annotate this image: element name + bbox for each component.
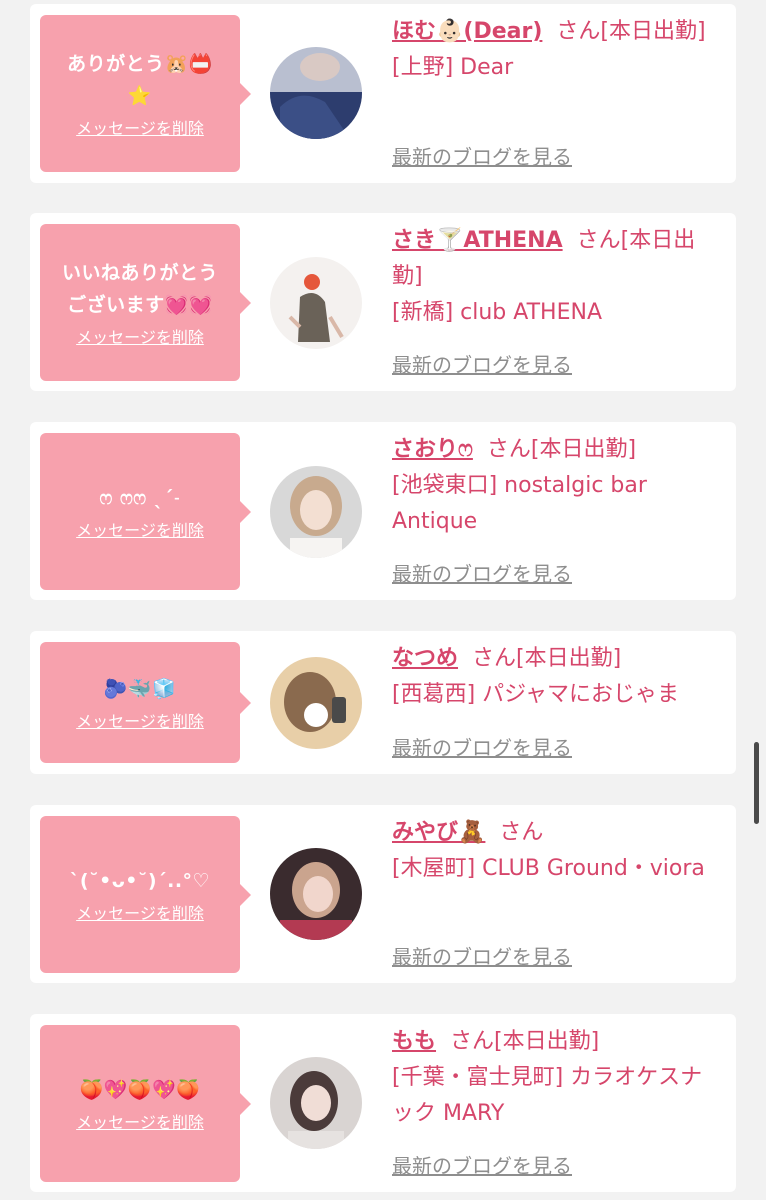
delete-message-link[interactable]: メッセージを削除 bbox=[76, 711, 204, 733]
cast-info: ほむ👶🏻(Dear) さん[本日出勤] [上野] Dear bbox=[392, 14, 722, 86]
cast-info: なつめ さん[本日出勤] [西葛西] パジャマにおじゃま bbox=[392, 641, 722, 713]
latest-blog-link[interactable]: 最新のブログを見る bbox=[392, 1150, 572, 1179]
scrollbar[interactable] bbox=[754, 742, 759, 824]
shop-name: [上野] Dear bbox=[392, 55, 514, 80]
message-text: ありがとう🐹📛 ⭐ bbox=[67, 52, 213, 107]
avatar[interactable] bbox=[270, 1057, 362, 1149]
delete-message-link[interactable]: メッセージを削除 bbox=[76, 520, 204, 542]
message-bubble: いいねありがとう ございます💓💓 メッセージを削除 bbox=[40, 224, 251, 381]
cast-status: さん[本日出勤] bbox=[472, 646, 622, 671]
cast-name-link[interactable]: もも bbox=[392, 1029, 436, 1054]
shop-name: [西葛西] パジャマにおじゃま bbox=[392, 682, 680, 707]
shop-name: [木屋町] CLUB Ground・viora bbox=[392, 856, 705, 881]
cast-info: もも さん[本日出勤] [千葉・富士見町] カラオケスナック MARY bbox=[392, 1024, 722, 1132]
latest-blog-link[interactable]: 最新のブログを見る bbox=[392, 732, 572, 761]
delete-message-link[interactable]: メッセージを削除 bbox=[76, 903, 204, 925]
cast-info: みやび🧸 さん [木屋町] CLUB Ground・viora bbox=[392, 815, 722, 887]
delete-message-link[interactable]: メッセージを削除 bbox=[76, 118, 204, 140]
message-bubble: 🫐🐳🧊 メッセージを削除 bbox=[40, 642, 251, 763]
cast-info: さき🍸ATHENA さん[本日出勤] [新橋] club ATHENA bbox=[392, 223, 722, 331]
message-card: ˋ(˘•ᴗ•˘)ˊ..°♡ メッセージを削除 みやび🧸 さん [木屋町] CLUB… bbox=[30, 805, 736, 983]
avatar[interactable] bbox=[270, 657, 362, 749]
message-card: ありがとう🐹📛 ⭐ メッセージを削除 ほむ👶🏻(Dear) さん[本日出勤] [上… bbox=[30, 4, 736, 183]
avatar[interactable] bbox=[270, 257, 362, 349]
shop-name: [池袋東口] nostalgic bar Antique bbox=[392, 473, 647, 534]
cast-info: さおりෆ さん[本日出勤] [池袋東口] nostalgic bar Antiqu… bbox=[392, 432, 722, 540]
avatar[interactable] bbox=[270, 848, 362, 940]
cast-name-link[interactable]: さおりෆ bbox=[392, 437, 473, 462]
latest-blog-link[interactable]: 最新のブログを見る bbox=[392, 349, 572, 378]
cast-name-link[interactable]: なつめ bbox=[392, 646, 458, 671]
cast-name-link[interactable]: みやび🧸 bbox=[392, 820, 485, 845]
message-card: ෆ ෆෆ ˎˊ˗ メッセージを削除 さおりෆ さん[本日出勤] [池袋東口] no… bbox=[30, 422, 736, 600]
latest-blog-link[interactable]: 最新のブログを見る bbox=[392, 558, 572, 587]
message-text: 🍑💖🍑💖🍑 bbox=[79, 1078, 201, 1101]
message-text: 🫐🐳🧊 bbox=[103, 677, 177, 700]
cast-status: さん bbox=[499, 820, 544, 845]
cast-status: さん[本日出勤] bbox=[450, 1029, 600, 1054]
shop-name: [新橋] club ATHENA bbox=[392, 300, 602, 325]
message-bubble: ˋ(˘•ᴗ•˘)ˊ..°♡ メッセージを削除 bbox=[40, 816, 251, 973]
cast-name-link[interactable]: ほむ👶🏻(Dear) bbox=[392, 19, 542, 44]
message-list: ありがとう🐹📛 ⭐ メッセージを削除 ほむ👶🏻(Dear) さん[本日出勤] [上… bbox=[0, 0, 766, 1200]
message-text: ˋ(˘•ᴗ•˘)ˊ..°♡ bbox=[69, 869, 211, 892]
message-card: 🫐🐳🧊 メッセージを削除 なつめ さん[本日出勤] [西葛西] パジャマにおじゃま… bbox=[30, 631, 736, 774]
latest-blog-link[interactable]: 最新のブログを見る bbox=[392, 941, 572, 970]
message-bubble: 🍑💖🍑💖🍑 メッセージを削除 bbox=[40, 1025, 251, 1182]
avatar[interactable] bbox=[270, 466, 362, 558]
cast-name-link[interactable]: さき🍸ATHENA bbox=[392, 228, 563, 253]
message-card: いいねありがとう ございます💓💓 メッセージを削除 さき🍸ATHENA さん[本日… bbox=[30, 213, 736, 391]
delete-message-link[interactable]: メッセージを削除 bbox=[76, 1112, 204, 1134]
message-card: 🍑💖🍑💖🍑 メッセージを削除 もも さん[本日出勤] [千葉・富士見町] カラオケ… bbox=[30, 1014, 736, 1192]
cast-status: さん[本日出勤] bbox=[556, 19, 706, 44]
message-text: ෆ ෆෆ ˎˊ˗ bbox=[99, 486, 181, 509]
avatar[interactable] bbox=[270, 47, 362, 139]
delete-message-link[interactable]: メッセージを削除 bbox=[76, 327, 204, 349]
message-bubble: ෆ ෆෆ ˎˊ˗ メッセージを削除 bbox=[40, 433, 251, 590]
message-bubble: ありがとう🐹📛 ⭐ メッセージを削除 bbox=[40, 15, 251, 172]
cast-status: さん[本日出勤] bbox=[486, 437, 637, 462]
shop-name: [千葉・富士見町] カラオケスナック MARY bbox=[392, 1065, 703, 1126]
latest-blog-link[interactable]: 最新のブログを見る bbox=[392, 141, 572, 170]
message-text: いいねありがとう ございます💓💓 bbox=[61, 261, 218, 316]
